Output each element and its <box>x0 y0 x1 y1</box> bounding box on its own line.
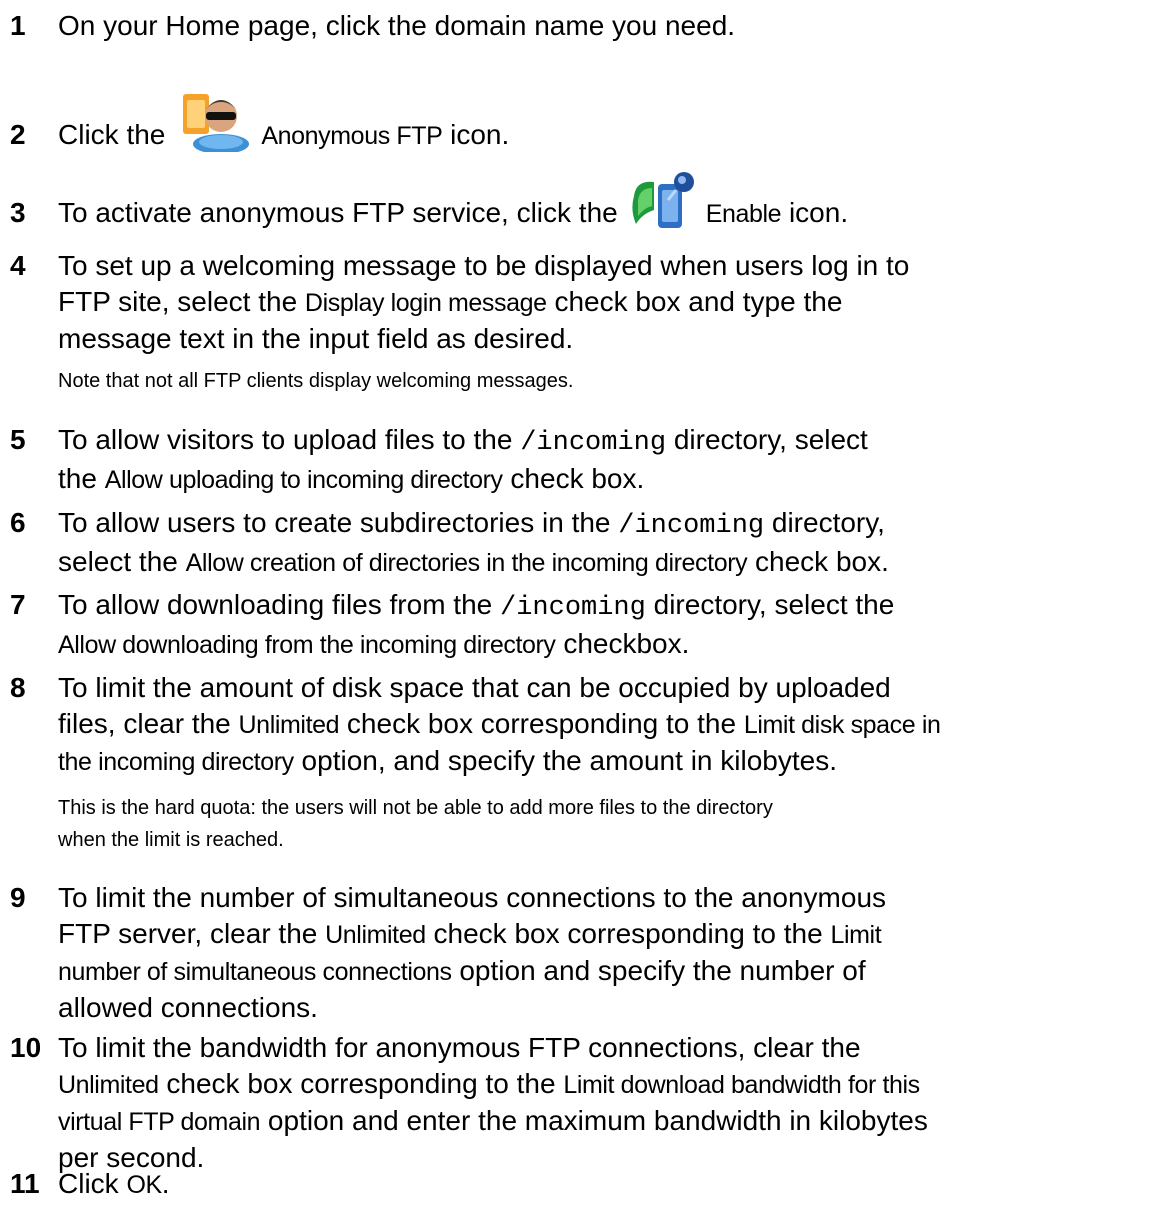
step-text: check box corresponding to the <box>346 708 737 739</box>
ui-term: Unlimited <box>325 921 426 949</box>
step-number: 2 <box>10 119 26 150</box>
step-10: 10 To limit the bandwidth for anonymous F… <box>10 1030 1150 1176</box>
ui-term: virtual FTP domain <box>58 1108 261 1136</box>
step-text: check box corresponding to the <box>166 1068 556 1099</box>
ui-term: Unlimited <box>238 711 340 739</box>
step-text: Click the <box>58 119 166 150</box>
step-3: 3 To activate anonymous FTP service, clic… <box>10 170 1150 241</box>
ui-term: Limit download bandwidth for this <box>563 1071 920 1099</box>
step-text: check box corresponding to the <box>433 918 823 949</box>
step-text: option and enter the maximum bandwidth i… <box>267 1105 928 1136</box>
step-number: 8 <box>10 672 26 703</box>
step-text: To allow downloading files from the <box>58 589 493 620</box>
note-line: when the limit is reached. <box>58 829 284 851</box>
step-text: allowed connections. <box>58 992 318 1023</box>
step-7: 7 To allow downloading files from the /in… <box>10 587 1150 663</box>
step-9: 9 To limit the number of simultaneous con… <box>10 880 1150 1026</box>
ui-term: Allow downloading from the incoming dire… <box>58 631 556 659</box>
step-text: option and specify the number of <box>459 955 866 986</box>
ui-term: Allow creation of directories in the inc… <box>185 549 748 577</box>
step-text: checkbox. <box>563 628 690 659</box>
step-number: 9 <box>10 882 26 913</box>
step-text: To allow visitors to upload files to the <box>58 424 513 455</box>
step-text: To limit the amount of disk space that c… <box>58 672 891 703</box>
step-text: directory, select <box>673 424 868 455</box>
step-text: FTP site, select the <box>58 286 298 317</box>
step-number: 10 <box>10 1032 42 1063</box>
step-6: 6 To allow users to create subdirectories… <box>10 505 1150 581</box>
step-4: 4 To set up a welcoming message to be dis… <box>10 248 1150 357</box>
step-number: 6 <box>10 507 26 538</box>
note-step-4: Note that not all FTP clients display we… <box>58 370 574 392</box>
ui-term: Enable <box>705 200 782 228</box>
step-text: check box and type the <box>554 286 843 317</box>
step-text: icon. <box>788 197 849 228</box>
step-text: check box. <box>755 546 889 577</box>
step-text: files, clear the <box>58 708 231 739</box>
step-text: the <box>58 463 97 494</box>
step-text: To set up a welcoming message to be disp… <box>58 250 910 281</box>
code-path: /incoming <box>618 511 765 541</box>
step-text: option, and specify the amount in kiloby… <box>301 745 837 776</box>
step-text: To allow users to create subdirectories … <box>58 507 611 538</box>
ui-term: Anonymous FTP <box>261 122 443 150</box>
enable-icon <box>628 170 698 241</box>
step-text: select the <box>58 546 178 577</box>
code-path: /incoming <box>500 593 646 623</box>
note-step-8: This is the hard quota: the users will n… <box>58 792 1138 856</box>
step-2: 2 Click the Anonymous FTP icon. <box>10 90 1150 161</box>
note-line: This is the hard quota: the users will n… <box>58 797 773 819</box>
step-text: directory, <box>771 507 885 538</box>
step-5: 5 To allow visitors to upload files to th… <box>10 422 1150 498</box>
ui-term: OK <box>126 1171 162 1199</box>
step-11: 11 Click OK. <box>10 1166 1150 1203</box>
step-text: To limit the bandwidth for anonymous FTP… <box>58 1032 861 1063</box>
ui-term: Display login message <box>304 289 547 317</box>
step-number: 7 <box>10 589 26 620</box>
ui-term: number of simultaneous connections <box>58 958 452 986</box>
step-text: To limit the number of simultaneous conn… <box>58 882 887 913</box>
ui-term: the incoming directory <box>58 748 294 776</box>
anonymous-ftp-user-icon <box>175 90 253 161</box>
step-number: 11 <box>10 1168 40 1199</box>
step-text: Click <box>58 1168 119 1199</box>
step-text: On your Home page, click the domain name… <box>58 10 736 41</box>
code-path: /incoming <box>520 428 667 458</box>
ui-term: Allow uploading to incoming directory <box>104 466 503 494</box>
ui-term: Limit disk space in <box>743 711 941 739</box>
step-text: icon. <box>450 119 510 150</box>
step-text: To activate anonymous FTP service, click… <box>58 197 618 228</box>
step-1: 1 On your Home page, click the domain nam… <box>10 8 1150 44</box>
step-text: check box. <box>510 463 645 494</box>
ui-term: Limit <box>830 921 882 949</box>
step-text: directory, select the <box>653 589 895 620</box>
step-number: 1 <box>10 10 26 41</box>
ui-term: Unlimited <box>58 1071 159 1099</box>
step-text: FTP server, clear the <box>58 918 318 949</box>
step-number: 5 <box>10 424 26 455</box>
step-number: 4 <box>10 250 26 281</box>
step-number: 3 <box>10 197 26 228</box>
step-text: . <box>161 1168 170 1199</box>
step-text: message text in the input field as desir… <box>58 323 574 354</box>
step-8: 8 To limit the amount of disk space that … <box>10 670 1150 780</box>
